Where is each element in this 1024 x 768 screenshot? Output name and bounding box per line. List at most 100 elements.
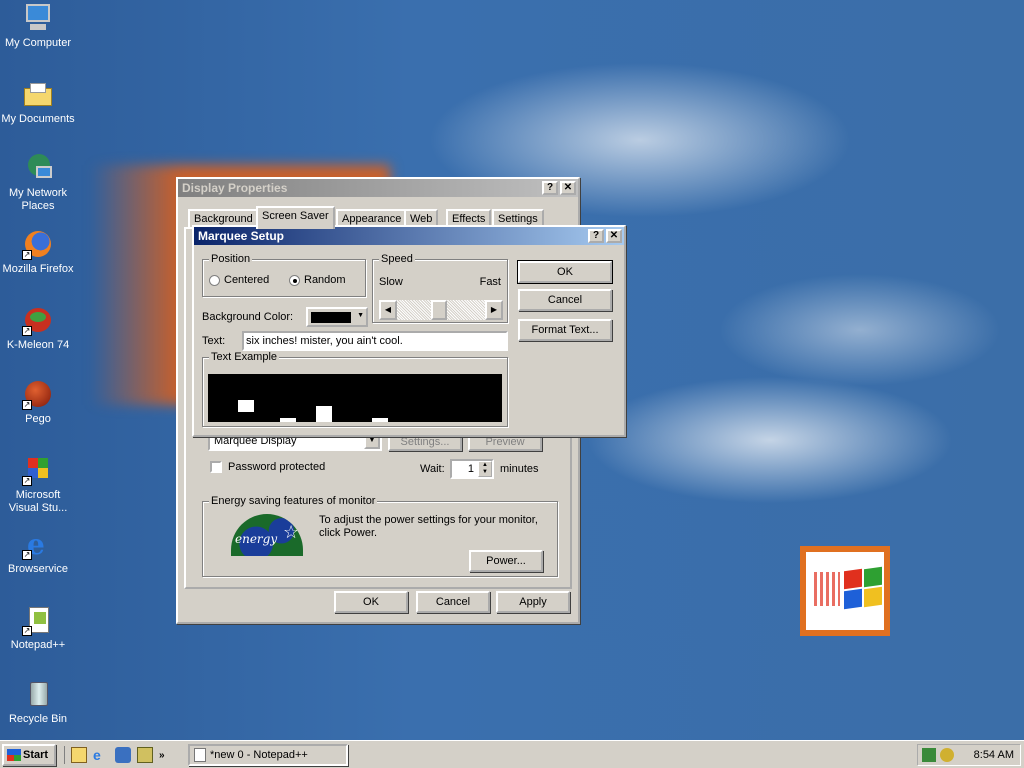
desktop-icon-label: My Documents: [1, 113, 75, 125]
radio-circle[interactable]: [289, 274, 300, 286]
chevron-right-icon[interactable]: »: [159, 750, 165, 761]
wait-label: Wait:: [420, 463, 445, 475]
random-label: Random: [304, 274, 346, 286]
minutes-label: minutes: [500, 463, 539, 475]
speed-group: Speed Slow Fast ◀ ▶: [372, 253, 508, 323]
fast-label: Fast: [479, 276, 501, 288]
ok-button[interactable]: OK: [334, 591, 408, 613]
desktop-icon-notepadpp[interactable]: ↗ Notepad++: [0, 604, 76, 652]
desktop-icon-my-documents[interactable]: My Documents: [0, 78, 76, 126]
text-example-group: Text Example: [202, 351, 508, 427]
energy-group: Energy saving features of monitor energy…: [202, 495, 558, 577]
desktop-icon-label: Notepad++: [10, 639, 66, 651]
tab-screen-saver[interactable]: Screen Saver: [256, 206, 335, 229]
display-properties-titlebar[interactable]: Display Properties ? ✕: [178, 179, 578, 197]
text-label: Text:: [202, 335, 226, 347]
task-notepadpp[interactable]: *new 0 - Notepad++: [188, 744, 348, 766]
quick-launch: e »: [64, 746, 165, 764]
scroll-left-icon[interactable]: ◀: [379, 300, 397, 320]
energy-star-logo: energy ☆: [231, 514, 303, 556]
volume-tray-icon[interactable]: [940, 748, 954, 762]
desktop-icon-my-computer[interactable]: My Computer: [0, 2, 76, 50]
text-example-preview: [208, 374, 502, 422]
show-desktop-icon[interactable]: [71, 747, 87, 763]
clock[interactable]: 8:54 AM: [974, 749, 1020, 761]
system-tray: 8:54 AM: [917, 744, 1021, 766]
desktop-icon-label: Pego: [25, 413, 51, 425]
desktop-icon-label: My Computer: [4, 37, 72, 49]
marquee-text-input[interactable]: six inches! mister, you ain't cool.: [242, 331, 508, 351]
help-button[interactable]: ?: [588, 229, 604, 243]
desktop-icon-label: Microsoft Visual Stu...: [8, 489, 68, 514]
desktop-icon-pego[interactable]: ↗ Pego: [0, 378, 76, 426]
example-legend: Text Example: [209, 351, 280, 363]
network-tray-icon[interactable]: [922, 748, 936, 762]
computer-icon: [22, 2, 54, 34]
close-button[interactable]: ✕: [606, 229, 622, 243]
window-title: Display Properties: [182, 181, 288, 195]
text-value: six inches! mister, you ain't cool.: [246, 335, 403, 347]
energy-legend: Energy saving features of monitor: [209, 495, 378, 507]
radio-circle[interactable]: [209, 274, 220, 286]
windows-logo: [800, 546, 890, 636]
speed-scrollbar[interactable]: ◀ ▶: [379, 300, 503, 320]
checkbox-box[interactable]: [210, 461, 222, 474]
energy-text: To adjust the power settings for your mo…: [319, 514, 538, 539]
pego-icon: ↗: [22, 378, 54, 410]
wait-spinner[interactable]: 1 ▲ ▼: [450, 459, 494, 479]
windows-flag-icon: [7, 749, 21, 762]
network-icon: [22, 152, 54, 184]
firefox-icon: ↗: [22, 228, 54, 260]
taskbar: Start e » *new 0 - Notepad++ 8:54 AM: [0, 740, 1024, 768]
centered-label: Centered: [224, 274, 270, 286]
desktop-icon-visual-studio[interactable]: ↗ Microsoft Visual Stu...: [0, 454, 76, 515]
media-icon[interactable]: [137, 747, 153, 763]
desktop-icon-label: Browservice: [8, 563, 68, 575]
spinner-arrows-icon[interactable]: ▲ ▼: [478, 461, 492, 477]
position-group: Position Centered Random: [202, 253, 366, 297]
desktop-icon-k-meleon[interactable]: ↗ K-Meleon 74: [0, 304, 76, 352]
chevron-down-icon[interactable]: ▼: [357, 312, 364, 319]
k-meleon-icon: ↗: [22, 304, 54, 336]
format-text-button[interactable]: Format Text...: [518, 319, 612, 341]
scroll-right-icon[interactable]: ▶: [485, 300, 503, 320]
notepadpp-icon: ↗: [22, 604, 54, 636]
desktop-icon-recycle-bin[interactable]: Recycle Bin: [0, 678, 76, 726]
desktop-icon-network-places[interactable]: My Network Places: [0, 152, 76, 213]
dialog-title: Marquee Setup: [198, 229, 285, 243]
start-label: Start: [23, 749, 49, 761]
centered-radio[interactable]: Centered: [209, 274, 269, 286]
desktop-icon-firefox[interactable]: ↗ Mozilla Firefox: [0, 228, 76, 276]
apply-button[interactable]: Apply: [496, 591, 570, 613]
background-color-picker[interactable]: ▼: [306, 307, 368, 327]
marquee-titlebar[interactable]: Marquee Setup ? ✕: [194, 227, 624, 245]
slow-label: Slow: [379, 276, 403, 288]
desktop-icon-label: Mozilla Firefox: [2, 263, 74, 275]
task-label: *new 0 - Notepad++: [210, 749, 308, 761]
color-swatch: [311, 312, 351, 323]
cancel-button[interactable]: Cancel: [416, 591, 490, 613]
background-color-label: Background Color:: [202, 311, 294, 323]
password-protected-checkbox[interactable]: Password protected: [210, 461, 326, 474]
password-label: Password protected: [228, 461, 326, 473]
marquee-cancel-button[interactable]: Cancel: [518, 289, 612, 311]
power-button[interactable]: Power...: [469, 550, 543, 572]
notepadpp-icon: [194, 748, 206, 763]
speed-thumb[interactable]: [431, 300, 447, 320]
desktop-icon-label: K-Meleon 74: [6, 339, 70, 351]
marquee-setup-dialog: Marquee Setup ? ✕ Position Centered Rando…: [192, 225, 626, 437]
random-radio[interactable]: Random: [289, 274, 346, 286]
outlook-express-icon[interactable]: [115, 747, 131, 763]
recycle-bin-icon: [22, 678, 54, 710]
desktop-icon-label: My Network Places: [8, 187, 68, 212]
wait-value: 1: [467, 463, 474, 475]
start-button[interactable]: Start: [2, 744, 56, 766]
marquee-ok-button[interactable]: OK: [517, 260, 613, 284]
folder-icon: [22, 78, 54, 110]
close-button[interactable]: ✕: [560, 181, 576, 195]
internet-explorer-icon[interactable]: e: [93, 747, 109, 763]
visual-studio-icon: ↗: [22, 454, 54, 486]
desktop-icon-label: Recycle Bin: [8, 713, 68, 725]
help-button[interactable]: ?: [542, 181, 558, 195]
desktop-icon-browservice[interactable]: e ↗ Browservice: [0, 528, 76, 576]
